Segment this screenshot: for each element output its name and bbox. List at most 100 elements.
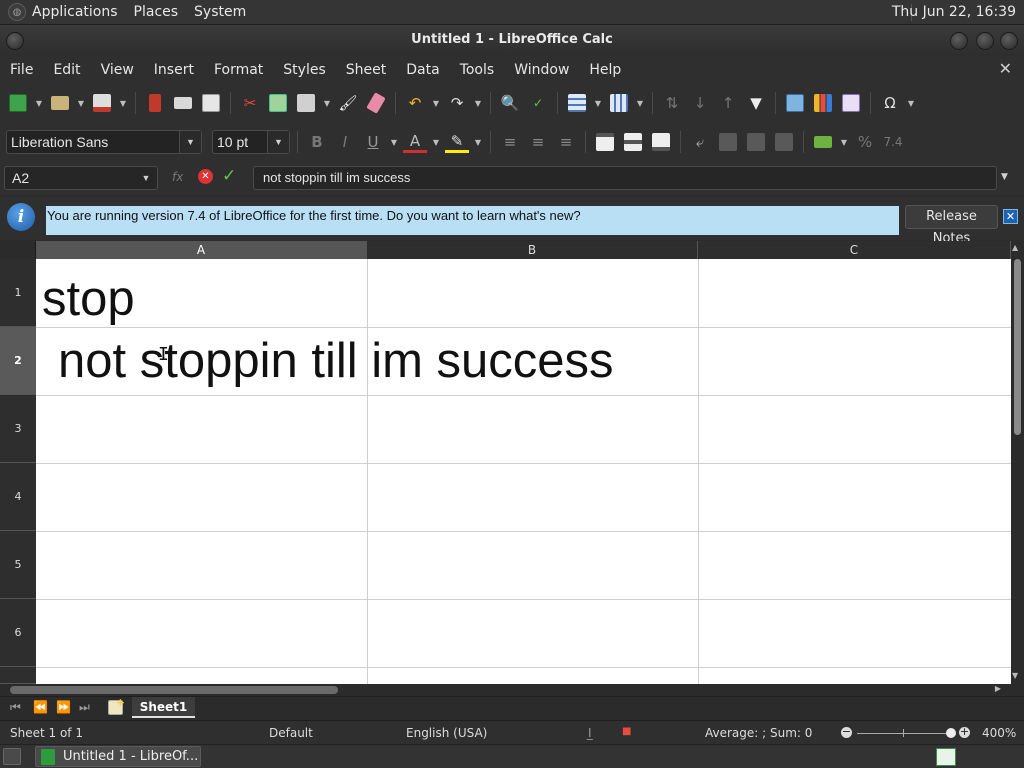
format-number-icon[interactable]: 7.4 [881, 130, 905, 154]
align-center-icon[interactable]: ≡ [526, 130, 550, 154]
next-sheet-icon[interactable]: ⏩ [56, 700, 71, 714]
find-replace-icon[interactable]: 🔍 [498, 91, 522, 115]
formula-input[interactable]: not stoppin till im success [253, 166, 997, 190]
menu-sheet[interactable]: Sheet [336, 62, 396, 78]
language-status[interactable]: English (USA) [406, 726, 487, 740]
row-icon[interactable] [565, 91, 589, 115]
release-notes-button[interactable]: Release Notes [905, 205, 998, 246]
font-size-box[interactable]: 10 pt ▼ [212, 130, 290, 154]
font-color-icon[interactable]: A [403, 131, 427, 153]
column-dropdown-icon[interactable]: ▼ [635, 99, 645, 108]
print-preview-icon[interactable] [199, 91, 223, 115]
cut-icon[interactable]: ✂ [238, 91, 262, 115]
paste-dropdown-icon[interactable]: ▼ [322, 99, 332, 108]
tab-sheet1[interactable]: Sheet1 [132, 697, 195, 718]
row-dropdown-icon[interactable]: ▼ [593, 99, 603, 108]
new-document-icon[interactable] [6, 91, 30, 115]
zoom-in-icon[interactable]: + [959, 726, 970, 738]
zoom-slider[interactable] [857, 733, 951, 734]
tray-calc-icon[interactable] [936, 748, 956, 766]
spelling-icon[interactable]: ✓ [526, 91, 550, 115]
font-color-dropdown-icon[interactable]: ▼ [431, 138, 441, 147]
column-header-a[interactable]: A [36, 241, 367, 259]
close-document-icon[interactable]: ✕ [999, 59, 1012, 78]
applications-menu[interactable]: Applications [32, 4, 118, 20]
format-percent-icon[interactable]: % [853, 130, 877, 154]
paste-icon[interactable] [294, 91, 318, 115]
format-currency-icon[interactable] [811, 130, 835, 154]
distro-logo-icon[interactable]: ◍ [8, 3, 26, 21]
save-dropdown-icon[interactable]: ▼ [118, 99, 128, 108]
undo-dropdown-icon[interactable]: ▼ [431, 99, 441, 108]
horizontal-scrollbar[interactable]: ▶ [0, 684, 1011, 696]
vertical-scrollbar[interactable]: ▲ ▼ [1011, 241, 1024, 684]
cell-a2[interactable]: not stoppin till im success [58, 333, 614, 389]
font-name-box[interactable]: Liberation Sans ▼ [6, 130, 202, 154]
font-size-dropdown-icon[interactable]: ▼ [267, 131, 289, 153]
zoom-out-icon[interactable]: − [841, 726, 852, 738]
pivot-table-icon[interactable] [839, 91, 863, 115]
insert-image-icon[interactable] [783, 91, 807, 115]
menu-insert[interactable]: Insert [144, 62, 204, 78]
redo-icon[interactable]: ↷ [445, 91, 469, 115]
zoom-slider-knob[interactable] [946, 728, 956, 738]
scroll-down-icon[interactable]: ▼ [1012, 671, 1018, 680]
add-sheet-icon[interactable] [108, 696, 125, 715]
merge-cells-icon[interactable] [716, 130, 740, 154]
document-modified-icon[interactable]: ■ [622, 726, 631, 737]
currency-dropdown-icon[interactable]: ▼ [839, 138, 849, 147]
special-character-icon[interactable]: Ω [878, 91, 902, 115]
scroll-right-icon[interactable]: ▶ [995, 684, 1001, 693]
align-left-icon[interactable]: ≡ [498, 130, 522, 154]
unmerge-cells-icon[interactable] [772, 130, 796, 154]
sum-status[interactable]: Average: ; Sum: 0 [705, 726, 812, 740]
bold-icon[interactable]: B [305, 130, 329, 154]
menu-view[interactable]: View [91, 62, 144, 78]
cancel-icon[interactable]: ✕ [198, 169, 213, 184]
window-titlebar[interactable]: Untitled 1 - LibreOffice Calc [0, 25, 1024, 56]
special-character-dropdown-icon[interactable]: ▼ [906, 99, 916, 108]
menu-help[interactable]: Help [579, 62, 631, 78]
align-middle-icon[interactable] [621, 130, 645, 154]
infobar-close-icon[interactable]: ✕ [1003, 209, 1018, 224]
sort-ascending-icon[interactable]: ↓ [688, 91, 712, 115]
first-sheet-icon[interactable]: ⏮ [10, 700, 21, 715]
places-menu[interactable]: Places [134, 4, 179, 20]
insert-chart-icon[interactable] [811, 91, 835, 115]
column-header-b[interactable]: B [367, 241, 698, 259]
autofilter-icon[interactable]: ▼ [744, 91, 768, 115]
row-header-7[interactable] [0, 667, 36, 684]
column-header-c[interactable]: C [698, 241, 1011, 259]
cell-a1[interactable]: stop [42, 271, 135, 327]
font-name-dropdown-icon[interactable]: ▼ [179, 131, 201, 153]
maximize-button[interactable] [976, 32, 994, 50]
vertical-scroll-thumb[interactable] [1014, 259, 1021, 435]
previous-sheet-icon[interactable]: ⏪ [33, 700, 48, 714]
row-header-3[interactable]: 3 [0, 395, 36, 463]
row-header-2[interactable]: 2 [0, 327, 36, 395]
expand-formula-bar-icon[interactable]: ▼ [1001, 172, 1008, 182]
menu-format[interactable]: Format [204, 62, 273, 78]
horizontal-scroll-thumb[interactable] [10, 686, 338, 694]
function-wizard-icon[interactable]: fx [172, 170, 183, 184]
new-dropdown-icon[interactable]: ▼ [34, 99, 44, 108]
sort-descending-icon[interactable]: ↑ [716, 91, 740, 115]
open-dropdown-icon[interactable]: ▼ [76, 99, 86, 108]
last-sheet-icon[interactable]: ⏭ [79, 700, 90, 715]
system-menu[interactable]: System [194, 4, 246, 20]
zoom-level[interactable]: 400% [982, 726, 1016, 740]
sort-icon[interactable]: ⇅ [660, 91, 684, 115]
merge-center-icon[interactable] [744, 130, 768, 154]
accept-icon[interactable]: ✓ [222, 166, 236, 186]
row-header-4[interactable]: 4 [0, 463, 36, 531]
taskbar-window-button[interactable]: Untitled 1 - LibreOf... [35, 746, 201, 767]
print-icon[interactable] [171, 91, 195, 115]
menu-tools[interactable]: Tools [450, 62, 505, 78]
close-window-button[interactable] [1000, 32, 1018, 50]
menu-window[interactable]: Window [504, 62, 579, 78]
clear-formatting-icon[interactable] [364, 91, 388, 115]
clock[interactable]: Thu Jun 22, 16:39 [892, 4, 1016, 20]
export-pdf-icon[interactable] [143, 91, 167, 115]
clone-formatting-icon[interactable]: 🖌 [336, 91, 360, 115]
show-desktop-icon[interactable] [3, 748, 21, 765]
